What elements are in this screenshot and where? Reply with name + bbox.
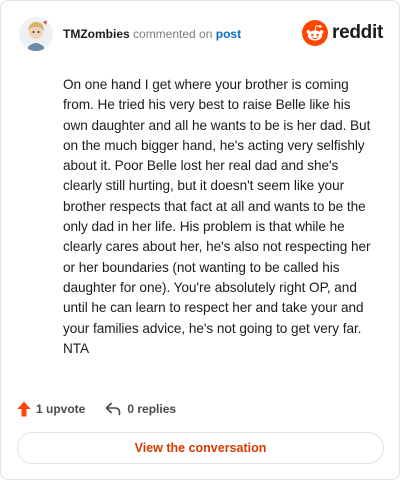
reddit-logo-icon: [302, 20, 329, 46]
reply-arrow-icon: [106, 402, 121, 416]
comment-body: On one hand I get where your brother is …: [63, 77, 371, 356]
avatar[interactable]: [19, 17, 53, 51]
comment-actions: 1 upvote 0 replies: [17, 399, 176, 419]
comment-embed-card: TMZombies commented on post reddit On on…: [0, 0, 400, 480]
view-conversation-button[interactable]: View the conversation: [17, 432, 384, 464]
action-text: commented on: [133, 27, 213, 41]
replies-count: 0 replies: [127, 402, 177, 416]
upvote-count: 1 upvote: [36, 402, 86, 416]
reddit-brand[interactable]: reddit: [302, 19, 383, 47]
comment-byline: TMZombies commented on post: [63, 26, 241, 42]
upvote-arrow-icon: [17, 401, 31, 417]
reddit-wordmark: reddit: [332, 22, 383, 43]
replies-button[interactable]: 0 replies: [105, 402, 176, 416]
comment-header: TMZombies commented on post reddit: [17, 15, 383, 55]
upvote-button[interactable]: 1 upvote: [17, 401, 85, 417]
post-link[interactable]: post: [216, 27, 241, 41]
username-link[interactable]: TMZombies: [63, 27, 130, 41]
avatar-image: [19, 17, 53, 51]
